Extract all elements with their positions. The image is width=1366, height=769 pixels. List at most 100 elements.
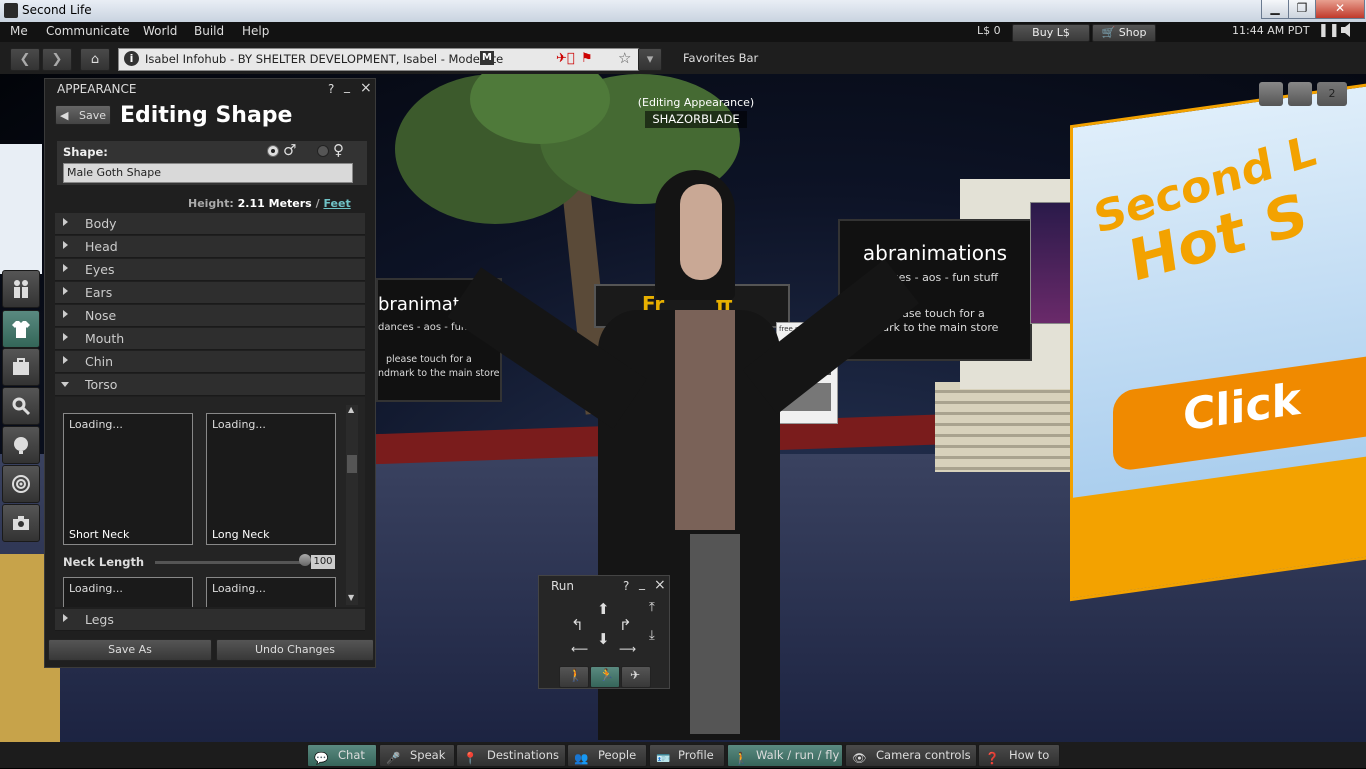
accordion-torso[interactable]: Torso bbox=[55, 374, 365, 396]
accordion-nose[interactable]: Nose bbox=[55, 305, 365, 327]
short-neck-thumbnail[interactable]: Loading... Short Neck bbox=[63, 413, 193, 545]
shirt-icon bbox=[12, 321, 30, 338]
home-button[interactable]: ⌂ bbox=[80, 48, 110, 71]
minimize-panel-icon[interactable]: _ bbox=[344, 79, 350, 93]
walking-icon: 🚶 bbox=[734, 751, 749, 765]
location-text[interactable]: Isabel Infohub - BY SHELTER DEVELOPMENT,… bbox=[145, 52, 503, 66]
click-label: Click bbox=[1183, 373, 1301, 442]
save-back-label: Save bbox=[78, 109, 106, 122]
accordion-ears[interactable]: Ears bbox=[55, 282, 365, 304]
profile-button[interactable]: 🪪 Profile bbox=[649, 744, 725, 767]
people-button[interactable]: 👥 People bbox=[567, 744, 647, 767]
slide-left-icon[interactable]: ⟵ bbox=[571, 642, 588, 656]
menu-world[interactable]: World bbox=[143, 24, 177, 38]
camera-count-badge[interactable]: 2 bbox=[1317, 82, 1347, 106]
menu-me[interactable]: Me bbox=[10, 24, 28, 38]
hot-spot-sign[interactable]: Second L Hot S Click bbox=[1070, 82, 1366, 602]
minimize-button[interactable]: ▁ bbox=[1261, 0, 1289, 19]
neck-length-track[interactable] bbox=[155, 561, 305, 564]
move-forward-icon[interactable]: ⬆ bbox=[597, 600, 610, 618]
forward-button[interactable]: ❯ bbox=[42, 48, 72, 71]
movement-help-icon[interactable]: ? bbox=[623, 579, 629, 593]
female-radio[interactable] bbox=[317, 145, 329, 157]
avatar-shirt bbox=[675, 310, 735, 530]
map-toolbar-button[interactable] bbox=[2, 426, 40, 464]
click-button[interactable]: Click bbox=[1113, 356, 1366, 473]
fly-mode-button[interactable]: ✈ bbox=[621, 666, 651, 688]
snapshot-toolbar-button[interactable] bbox=[2, 504, 40, 542]
pause-media-icon[interactable]: ❚❚ bbox=[1318, 23, 1340, 38]
close-window-button[interactable]: ✕ bbox=[1315, 0, 1365, 19]
accordion-mouth[interactable]: Mouth bbox=[55, 328, 365, 350]
torso-params-area: Loading... Short Neck Loading... Long Ne… bbox=[55, 397, 365, 607]
search-toolbar-button[interactable] bbox=[2, 387, 40, 425]
accordion-body[interactable]: Body bbox=[55, 213, 365, 235]
parameter-thumbnail[interactable]: Loading... bbox=[63, 577, 193, 607]
chat-button[interactable]: 💬 Chat bbox=[307, 744, 377, 767]
undo-changes-button[interactable]: Undo Changes bbox=[216, 639, 374, 661]
chat-label: Chat bbox=[338, 748, 365, 762]
movement-close-icon[interactable]: × bbox=[654, 577, 666, 593]
speak-button[interactable]: 🎤 Speak bbox=[379, 744, 455, 767]
scroll-thumb[interactable] bbox=[347, 455, 357, 473]
walk-run-fly-button[interactable]: 🚶 Walk / run / fly bbox=[727, 744, 843, 767]
back-button[interactable]: ❮ bbox=[10, 48, 40, 71]
destinations-button[interactable]: 📍 Destinations bbox=[456, 744, 566, 767]
balance-display[interactable]: L$ 0 bbox=[977, 24, 1001, 37]
neck-length-slider-handle[interactable] bbox=[299, 554, 311, 566]
avatar-status-tag: (Editing Appearance) bbox=[637, 96, 755, 109]
accordion-chin[interactable]: Chin bbox=[55, 351, 365, 373]
male-radio[interactable] bbox=[267, 145, 279, 157]
movement-minimize-icon[interactable]: _ bbox=[639, 576, 645, 590]
buy-currency-button[interactable]: Buy L$ bbox=[1012, 24, 1090, 42]
home-icon: ⌂ bbox=[90, 52, 100, 67]
move-backward-icon[interactable]: ⬇ bbox=[597, 630, 610, 648]
accordion-label: Mouth bbox=[85, 331, 125, 346]
close-panel-icon[interactable]: × bbox=[360, 80, 372, 96]
run-mode-button[interactable]: 🏃 bbox=[590, 666, 620, 688]
menu-help[interactable]: Help bbox=[242, 24, 269, 38]
voice-toolbar-button[interactable] bbox=[2, 465, 40, 503]
fly-up-icon[interactable]: ⤒ bbox=[649, 600, 655, 615]
long-neck-thumbnail[interactable]: Loading... Long Neck bbox=[206, 413, 336, 545]
left-edge-sign bbox=[0, 144, 42, 274]
help-icon[interactable]: ? bbox=[328, 82, 334, 96]
maximize-button[interactable]: ❐ bbox=[1288, 0, 1316, 19]
fly-down-icon[interactable]: ⤓ bbox=[649, 628, 655, 643]
how-to-button[interactable]: ❓ How to bbox=[978, 744, 1060, 767]
accordion-legs[interactable]: Legs bbox=[55, 609, 365, 631]
accordion-head[interactable]: Head bbox=[55, 236, 365, 258]
menu-build[interactable]: Build bbox=[194, 24, 224, 38]
info-icon[interactable]: i bbox=[124, 51, 139, 66]
navigation-bar: ❮ ❯ ⌂ i Isabel Infohub - BY SHELTER DEVE… bbox=[0, 42, 1366, 74]
save-as-button[interactable]: Save As bbox=[48, 639, 212, 661]
slide-right-icon[interactable]: ⟶ bbox=[619, 642, 636, 656]
parameter-thumbnail[interactable]: Loading... bbox=[206, 577, 336, 607]
feet-link[interactable]: Feet bbox=[323, 197, 350, 210]
people-toolbar-button[interactable] bbox=[2, 270, 40, 308]
accordion-eyes[interactable]: Eyes bbox=[55, 259, 365, 281]
shop-button[interactable]: 🛒 Shop bbox=[1092, 24, 1156, 42]
menu-communicate[interactable]: Communicate bbox=[46, 24, 130, 38]
save-back-button[interactable]: ◀ Save bbox=[55, 105, 111, 125]
camera-preset-button[interactable] bbox=[1259, 82, 1283, 106]
location-dropdown-button[interactable]: ▾ bbox=[638, 48, 662, 71]
appearance-toolbar-button[interactable] bbox=[2, 310, 40, 348]
scroll-up-icon[interactable]: ▲ bbox=[348, 405, 354, 414]
female-icon: ♀ bbox=[333, 141, 344, 159]
inventory-toolbar-button[interactable] bbox=[2, 348, 40, 386]
camera-preset-button[interactable] bbox=[1288, 82, 1312, 106]
neck-length-value[interactable]: 100 bbox=[311, 555, 335, 569]
shape-name-field[interactable]: Male Goth Shape bbox=[63, 163, 353, 183]
favorites-bar-label: Favorites Bar bbox=[683, 51, 759, 65]
turn-left-icon[interactable]: ↰ bbox=[571, 616, 584, 634]
accordion-label: Legs bbox=[85, 612, 114, 627]
turn-right-icon[interactable]: ↱ bbox=[619, 616, 632, 634]
volume-icon[interactable] bbox=[1340, 23, 1356, 40]
params-scrollbar[interactable]: ▲ ▼ bbox=[346, 405, 358, 605]
scroll-down-icon[interactable]: ▼ bbox=[348, 593, 354, 602]
camera-controls-button[interactable]: 👁 Camera controls bbox=[845, 744, 977, 767]
location-bar[interactable]: i Isabel Infohub - BY SHELTER DEVELOPMEN… bbox=[118, 48, 640, 71]
favorite-star-icon[interactable]: ☆ bbox=[618, 49, 631, 67]
walk-mode-button[interactable]: 🚶 bbox=[559, 666, 589, 688]
